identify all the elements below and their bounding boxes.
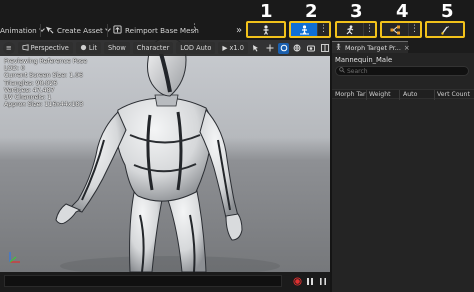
show-label: Show [107,44,126,52]
skeletal-mesh-icon [291,23,317,36]
loop-icon [320,277,326,285]
hamburger-icon: ≡ [5,44,12,52]
column-divider [434,90,435,100]
morph-target-panel: Morph Target Pr... × Mannequin_Male Morp… [332,40,474,292]
lod-button[interactable]: LOD Auto [176,42,216,54]
play-speed-button[interactable]: ▶ x1.0 [218,42,248,54]
move-icon [266,44,274,52]
skeleton-mode-button[interactable] [246,21,286,38]
column-divider [399,90,400,100]
expand-toolbar-button[interactable]: » [236,24,242,36]
show-button[interactable]: Show [103,42,130,54]
reimport-label: Reimport Base Mesh [125,25,199,35]
pause-button[interactable] [305,276,315,286]
lit-icon [80,44,87,53]
more-options-icon[interactable]: ⋮ [363,23,375,36]
morph-search-input[interactable] [347,67,457,75]
viewport-toolbar: ≡ Perspective Lit Show Character LOD Aut… [0,40,330,56]
more-options-icon[interactable]: ⋮ [190,23,199,33]
column-header-weight[interactable]: Weight [369,91,391,98]
select-tool-button[interactable] [251,43,262,54]
animation-mode-button[interactable]: ⋮ [335,21,377,38]
animation-icon [337,23,363,36]
blueprint-mode-button[interactable]: ⋮ [380,21,422,38]
main-toolbar: Animation Create Asset Reimport Base Mes… [0,0,474,40]
morph-target-icon [335,43,342,52]
perspective-icon [22,43,29,53]
column-header-morph-target[interactable]: Morph Tar [335,91,366,98]
camera-button[interactable] [306,43,317,54]
toolbar-divider [107,24,108,37]
create-asset-icon [45,25,54,36]
physics-icon [427,23,463,36]
preview-viewport[interactable]: ≡ Perspective Lit Show Character LOD Aut… [0,40,330,272]
double-chevron-icon: » [236,24,243,36]
character-button[interactable]: Character [132,42,174,54]
play-speed-label: x1.0 [229,44,244,52]
animation-menu[interactable]: Animation [0,24,45,36]
loop-button[interactable] [318,276,328,286]
reimport-base-mesh-button[interactable]: Reimport Base Mesh [113,24,199,36]
column-header-auto[interactable]: Auto [403,91,417,98]
lit-button[interactable]: Lit [75,42,101,54]
mode-number-2: 2 [305,1,318,22]
search-icon [339,67,345,75]
perspective-button[interactable]: Perspective [17,42,73,54]
more-options-icon[interactable]: ⋮ [408,23,420,36]
mode-number-5: 5 [441,1,454,22]
stats-line: Current Screen Size: 1.06 [4,72,83,80]
mode-number-1: 1 [260,1,273,22]
camera-icon [307,45,315,52]
axis-gizmo-icon [9,252,20,263]
column-header-vert-count[interactable]: Vert Count [437,91,470,98]
morph-target-tab-title: Morph Target Pr... [345,43,401,52]
timeline-bar [0,272,330,292]
perspective-label: Perspective [30,44,69,52]
stats-line: Vertices: 47,487 [4,86,55,94]
cursor-icon [253,45,259,52]
create-asset-button[interactable]: Create Asset [45,24,111,36]
morph-target-body: Mannequin_Male Morph Tar Weight Auto Ver… [332,53,474,292]
viewport-stats: Previewing Reference Pose LOD: 0 Current… [4,58,87,108]
rotate-tool-button[interactable] [278,42,289,54]
blueprint-icon [382,23,408,36]
lit-label: Lit [88,44,97,52]
rotate-icon [280,44,287,52]
create-asset-label: Create Asset [57,25,103,35]
column-divider [366,90,367,100]
mode-number-3: 3 [350,1,363,22]
globe-icon [293,44,301,52]
mode-number-4: 4 [396,1,409,22]
animation-menu-label: Animation [0,25,37,35]
character-label: Character [136,44,170,52]
morph-target-tab[interactable]: Morph Target Pr... × [332,41,410,53]
play-icon: ▶ [222,44,228,52]
layout-icon [320,44,329,52]
translate-tool-button[interactable] [265,43,276,54]
viewport-menu-button[interactable]: ≡ [3,42,15,54]
lod-label: LOD Auto [180,44,212,52]
record-icon [292,276,302,286]
morph-search-box[interactable] [335,66,469,76]
timeline-scrubber[interactable] [4,275,282,287]
record-button[interactable] [292,276,302,286]
viewport-layout-button[interactable] [319,43,330,54]
stats-line: Triangles: 90,026 [4,79,58,87]
pause-icon [307,277,313,285]
skeletal-mesh-mode-button[interactable]: ⋮ [289,21,331,38]
toolbar-divider [40,24,41,37]
morph-target-table-header: Morph Tar Weight Auto Vert Count [332,89,474,100]
world-space-button[interactable] [292,43,303,54]
reimport-icon [113,24,122,36]
asset-name: Mannequin_Male [335,56,393,64]
more-options-icon[interactable]: ⋮ [317,23,329,36]
stats-line: Approx Size: 116x44x183 [4,101,84,109]
close-icon[interactable]: × [404,44,410,52]
physics-mode-button[interactable] [425,21,465,38]
skeleton-icon [248,23,284,36]
